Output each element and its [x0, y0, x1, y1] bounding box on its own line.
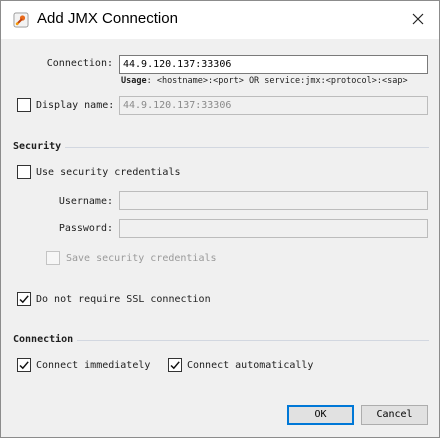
use-security-credentials-checkbox[interactable] — [17, 165, 31, 179]
visualvm-app-icon — [13, 12, 29, 28]
checkmark-icon — [19, 361, 29, 370]
connect-automatically-checkbox[interactable] — [168, 358, 182, 372]
display-name-input[interactable]: 44.9.120.137:33306 — [119, 96, 428, 115]
close-button[interactable] — [403, 6, 433, 34]
connect-immediately-label: Connect immediately — [36, 360, 151, 371]
connect-automatically-label: Connect automatically — [187, 360, 314, 371]
connection-input[interactable]: 44.9.120.137:33306 — [119, 55, 428, 74]
password-label: Password: — [58, 223, 113, 234]
connection-section-divider — [77, 340, 429, 341]
connection-section-title: Connection — [13, 334, 74, 345]
usage-bold-label: Usage — [121, 76, 147, 86]
security-section-title: Security — [13, 141, 62, 152]
window-title: Add JMX Connection — [37, 10, 178, 27]
connect-immediately-checkbox[interactable] — [17, 358, 31, 372]
checkmark-icon — [170, 361, 180, 370]
add-jmx-connection-dialog: Add JMX Connection Connection: 44.9.120.… — [0, 0, 440, 438]
display-name-checkbox[interactable] — [17, 98, 31, 112]
title-bar: Add JMX Connection — [1, 1, 439, 39]
use-security-credentials-label: Use security credentials — [36, 167, 181, 178]
username-input[interactable] — [119, 191, 428, 210]
password-input[interactable] — [119, 219, 428, 238]
connection-usage-hint: Usage: <hostname>:<port> OR service:jmx:… — [121, 76, 408, 86]
save-security-credentials-checkbox[interactable] — [46, 251, 60, 265]
no-ssl-checkbox[interactable] — [17, 292, 31, 306]
ok-button[interactable]: OK — [287, 405, 354, 425]
security-section-divider — [65, 147, 429, 148]
cancel-button[interactable]: Cancel — [361, 405, 428, 425]
close-icon — [412, 13, 424, 25]
display-name-label: Display name: — [36, 100, 115, 111]
checkmark-icon — [19, 295, 29, 304]
username-label: Username: — [58, 196, 113, 207]
no-ssl-label: Do not require SSL connection — [36, 294, 211, 305]
save-security-credentials-label: Save security credentials — [66, 253, 217, 264]
usage-format-text: : <hostname>:<port> OR service:jmx:<prot… — [146, 76, 408, 86]
connection-label: Connection: — [46, 58, 113, 69]
